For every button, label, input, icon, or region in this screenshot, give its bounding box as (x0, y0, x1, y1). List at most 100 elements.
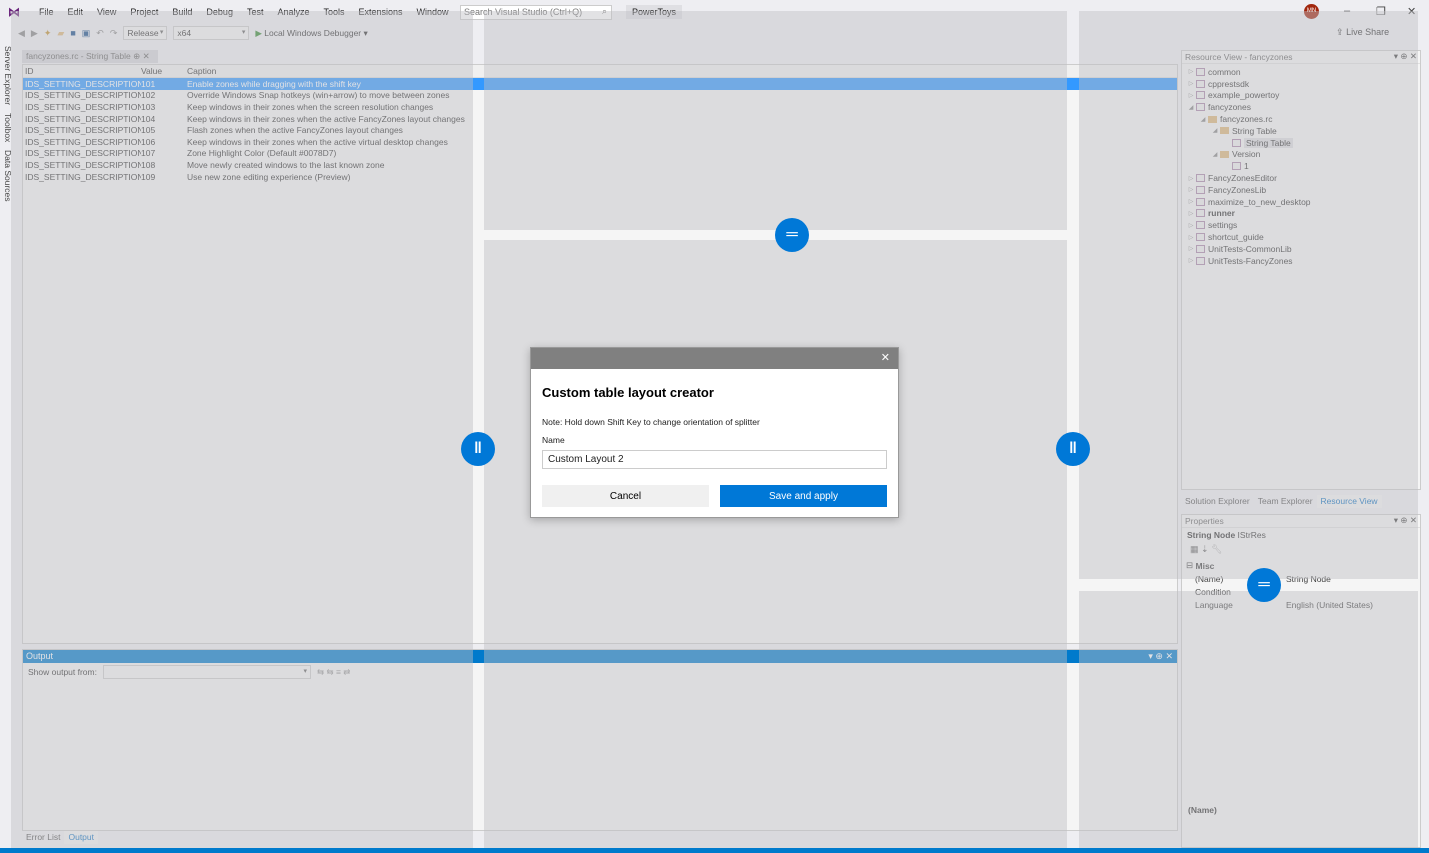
object-selector[interactable]: String Node IStrRes (1182, 528, 1420, 543)
tree-item[interactable]: 1 (1182, 160, 1420, 172)
expander-icon[interactable]: ▷ (1186, 234, 1196, 241)
tab-team-explorer[interactable]: Team Explorer (1254, 495, 1317, 508)
panel-controls-icon[interactable]: ▾ ⊕ ✕ (1148, 651, 1173, 662)
table-row[interactable]: IDS_SETTING_DESCRIPTION_...103 Keep windo… (23, 101, 1177, 113)
tree-item[interactable]: ◢ fancyzones (1182, 101, 1420, 113)
expander-icon[interactable]: ◢ (1210, 127, 1220, 134)
expander-icon[interactable]: ▷ (1186, 222, 1196, 229)
alphabetical-icon[interactable]: ⇣ (1201, 544, 1209, 554)
expander-icon[interactable]: ▷ (1186, 175, 1196, 182)
collapse-icon[interactable]: ⊟ (1182, 560, 1193, 571)
tree-item[interactable]: ◢ fancyzones.rc (1182, 113, 1420, 125)
panel-controls-icon[interactable]: ▾ ⊕ ✕ (1394, 51, 1417, 62)
tree-item[interactable]: ▷ settings (1182, 219, 1420, 231)
restore-button[interactable]: ❐ (1376, 5, 1386, 18)
menu-file[interactable]: File (39, 7, 54, 17)
platform-dropdown[interactable]: x64 (173, 26, 250, 40)
expander-icon[interactable]: ◢ (1198, 116, 1208, 123)
document-tab[interactable]: fancyzones.rc - String Table ⊕ ✕ (22, 50, 158, 63)
undo-icon[interactable]: ↶ (96, 28, 104, 39)
expander-icon[interactable]: ▷ (1186, 92, 1196, 99)
tree-item[interactable]: ▷ shortcut_guide (1182, 231, 1420, 243)
side-tab-server-explorer[interactable]: Server Explorer (3, 46, 13, 105)
expander-icon[interactable]: ▷ (1186, 68, 1196, 75)
output-source-dropdown[interactable] (102, 665, 311, 679)
tab-output[interactable]: Output (64, 831, 99, 844)
property-row[interactable]: (Name) String Node (1182, 572, 1420, 585)
expander-icon[interactable]: ▷ (1186, 210, 1196, 217)
column-id[interactable]: ID (23, 66, 141, 76)
tree-item[interactable]: ◢ String Table (1182, 125, 1420, 137)
property-pages-icon[interactable]: 🔧︎ (1211, 544, 1222, 554)
configuration-dropdown[interactable]: Release (123, 26, 168, 40)
column-caption[interactable]: Caption (187, 66, 1177, 76)
avatar[interactable]: MN (1304, 4, 1319, 19)
tree-item[interactable]: ▷ UnitTests-FancyZones (1182, 255, 1420, 267)
panel-controls-icon[interactable]: ▾ ⊕ ✕ (1394, 515, 1417, 526)
column-value[interactable]: Value (141, 66, 187, 76)
table-row[interactable]: IDS_SETTING_DESCRIPTION_...108 Move newly… (23, 159, 1177, 171)
expander-icon[interactable]: ▷ (1186, 245, 1196, 252)
word-wrap-icon[interactable]: ⇆ ⇆ ≡ ⇄ (317, 667, 350, 678)
table-row[interactable]: IDS_SETTING_DESCRIPTION_...109 Use new zo… (23, 171, 1177, 183)
categorized-icon[interactable]: ▦ (1190, 544, 1199, 554)
tree-item[interactable]: ▷ runner (1182, 208, 1420, 220)
tab-solution-explorer[interactable]: Solution Explorer (1181, 495, 1254, 508)
save-all-icon[interactable]: ▣ (82, 28, 91, 39)
tree-item[interactable]: ▷ FancyZonesLib (1182, 184, 1420, 196)
menu-edit[interactable]: Edit (68, 7, 84, 17)
side-tab-toolbox[interactable]: Toolbox (3, 113, 13, 142)
expander-icon[interactable]: ▷ (1186, 80, 1196, 87)
menu-test[interactable]: Test (247, 7, 264, 17)
open-icon[interactable]: ▰ (57, 28, 64, 39)
tree-item[interactable]: ◢ Version (1182, 149, 1420, 161)
table-row[interactable]: IDS_SETTING_DESCRIPTION_...106 Keep windo… (23, 136, 1177, 148)
new-project-icon[interactable]: ✦ (44, 28, 52, 39)
menu-view[interactable]: View (97, 7, 116, 17)
vertical-splitter-handle[interactable]: ‖ (1056, 432, 1090, 466)
table-row[interactable]: IDS_SETTING_DESCRIPTION_...102 Override W… (23, 90, 1177, 102)
tree-item[interactable]: ▷ common (1182, 66, 1420, 78)
menu-tools[interactable]: Tools (324, 7, 345, 17)
back-icon[interactable]: ◀ (18, 28, 25, 39)
menu-extensions[interactable]: Extensions (359, 7, 403, 17)
expander-icon[interactable]: ▷ (1186, 198, 1196, 205)
menu-analyze[interactable]: Analyze (277, 7, 309, 17)
close-tab-icon[interactable]: ✕ (143, 51, 150, 61)
pin-icon[interactable]: ⊕ (133, 51, 140, 61)
category-misc[interactable]: ⊟ Misc (1182, 559, 1420, 572)
side-tab-data-sources[interactable]: Data Sources (3, 150, 13, 202)
search-input[interactable]: Search Visual Studio (Ctrl+Q) ⌕ (460, 5, 612, 20)
table-row[interactable]: IDS_SETTING_DESCRIPTION_...101 Enable zon… (23, 78, 1177, 90)
expander-icon[interactable]: ▷ (1186, 257, 1196, 264)
menu-debug[interactable]: Debug (206, 7, 233, 17)
close-icon[interactable]: ✕ (881, 351, 890, 364)
expander-icon[interactable]: ◢ (1210, 151, 1220, 158)
property-row[interactable]: Language English (United States) (1182, 598, 1420, 611)
live-share-button[interactable]: ⇪ Live Share (1336, 27, 1389, 38)
expander-icon[interactable]: ◢ (1186, 104, 1196, 111)
horizontal-splitter-handle[interactable]: ═ (1247, 568, 1281, 602)
forward-icon[interactable]: ▶ (31, 28, 38, 39)
tree-item[interactable]: ▷ UnitTests-CommonLib (1182, 243, 1420, 255)
redo-icon[interactable]: ↷ (110, 28, 118, 39)
menu-window[interactable]: Window (417, 7, 449, 17)
minimize-button[interactable]: – (1344, 5, 1350, 17)
tree-item[interactable]: ▷ FancyZonesEditor (1182, 172, 1420, 184)
table-row[interactable]: IDS_SETTING_DESCRIPTION_...107 Zone Highl… (23, 148, 1177, 160)
tree-item[interactable]: ▷ example_powertoy (1182, 90, 1420, 102)
tree-item[interactable]: String Table (1182, 137, 1420, 149)
property-row[interactable]: Condition (1182, 585, 1420, 598)
close-window-button[interactable]: ✕ (1407, 5, 1416, 18)
tab-error-list[interactable]: Error List (22, 831, 64, 844)
table-row[interactable]: IDS_SETTING_DESCRIPTION_...105 Flash zone… (23, 124, 1177, 136)
tab-resource-view[interactable]: Resource View (1316, 495, 1382, 508)
save-icon[interactable]: ■ (70, 28, 75, 38)
layout-name-input[interactable] (542, 450, 887, 469)
expander-icon[interactable]: ▷ (1186, 186, 1196, 193)
cancel-button[interactable]: Cancel (542, 485, 709, 507)
vertical-splitter-handle[interactable]: ‖ (461, 432, 495, 466)
horizontal-splitter-handle[interactable]: ═ (775, 218, 809, 252)
save-and-apply-button[interactable]: Save and apply (720, 485, 887, 507)
table-row[interactable]: IDS_SETTING_DESCRIPTION_...104 Keep windo… (23, 113, 1177, 125)
